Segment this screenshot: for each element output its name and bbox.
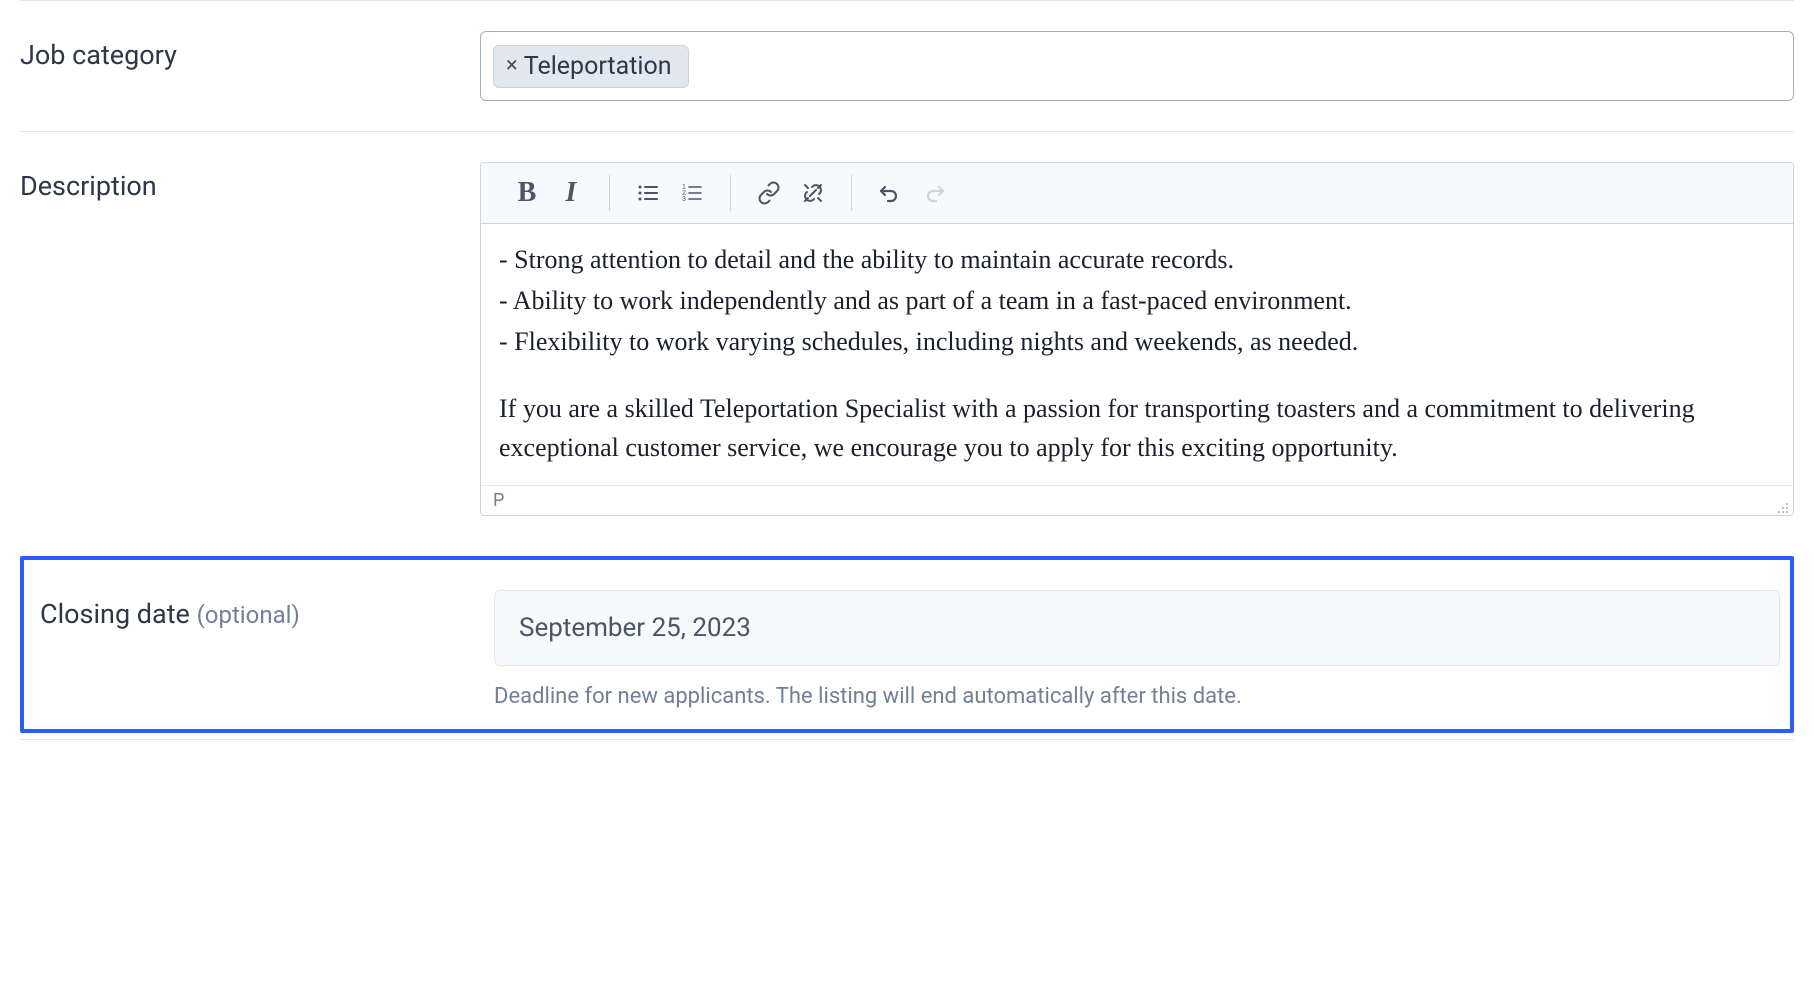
- job-category-label-col: Job category: [20, 31, 460, 101]
- bold-button[interactable]: B: [505, 171, 549, 215]
- job-category-row: Job category × Teleportation: [20, 0, 1794, 131]
- description-label: Description: [20, 170, 157, 202]
- job-category-tag-input[interactable]: × Teleportation: [480, 31, 1794, 101]
- tag-remove-icon[interactable]: ×: [506, 55, 518, 77]
- closing-date-label: Closing date: [40, 598, 197, 630]
- job-category-field-col: × Teleportation: [480, 31, 1794, 101]
- svg-text:3: 3: [682, 196, 686, 203]
- numbered-list-button[interactable]: 1 2 3: [670, 171, 714, 215]
- description-line: - Flexibility to work varying schedules,…: [499, 322, 1775, 361]
- toolbar-link-group: [737, 171, 845, 215]
- closing-date-value: September 25, 2023: [519, 613, 751, 643]
- closing-date-input[interactable]: September 25, 2023: [494, 590, 1780, 666]
- job-category-tag[interactable]: × Teleportation: [493, 45, 689, 88]
- description-label-col: Description: [20, 162, 460, 516]
- redo-button[interactable]: [912, 171, 956, 215]
- undo-button[interactable]: [868, 171, 912, 215]
- divider: [20, 739, 1794, 740]
- description-row: Description B I: [20, 131, 1794, 546]
- unlink-button[interactable]: [791, 171, 835, 215]
- description-line: - Strong attention to detail and the abi…: [499, 240, 1775, 279]
- paragraph-gap: [499, 363, 1775, 389]
- editor-content[interactable]: - Strong attention to detail and the abi…: [481, 224, 1793, 485]
- closing-date-optional: (optional): [197, 601, 300, 629]
- toolbar-separator: [609, 175, 610, 211]
- description-field-col: B I: [480, 162, 1794, 516]
- closing-date-row: Closing date (optional) September 25, 20…: [20, 556, 1794, 733]
- italic-button[interactable]: I: [549, 171, 593, 215]
- closing-date-label-col: Closing date (optional): [34, 590, 474, 709]
- toolbar-format-group: B I: [495, 171, 603, 215]
- job-category-tag-label: Teleportation: [524, 52, 672, 81]
- toolbar-separator: [730, 175, 731, 211]
- editor-status-bar: P: [481, 485, 1793, 515]
- toolbar-list-group: 1 2 3: [616, 171, 724, 215]
- resize-grip-icon[interactable]: [1775, 498, 1789, 512]
- job-category-label: Job category: [20, 39, 177, 71]
- description-line: - Ability to work independently and as p…: [499, 281, 1775, 320]
- closing-date-field-col: September 25, 2023 Deadline for new appl…: [494, 590, 1780, 709]
- editor-toolbar: B I: [481, 163, 1793, 224]
- editor-path: P: [493, 490, 504, 511]
- toolbar-separator: [851, 175, 852, 211]
- description-paragraph: If you are a skilled Teleportation Speci…: [499, 389, 1775, 467]
- toolbar-history-group: [858, 171, 966, 215]
- rich-editor: B I: [480, 162, 1794, 516]
- closing-date-helper: Deadline for new applicants. The listing…: [494, 684, 1780, 709]
- link-button[interactable]: [747, 171, 791, 215]
- bullet-list-button[interactable]: [626, 171, 670, 215]
